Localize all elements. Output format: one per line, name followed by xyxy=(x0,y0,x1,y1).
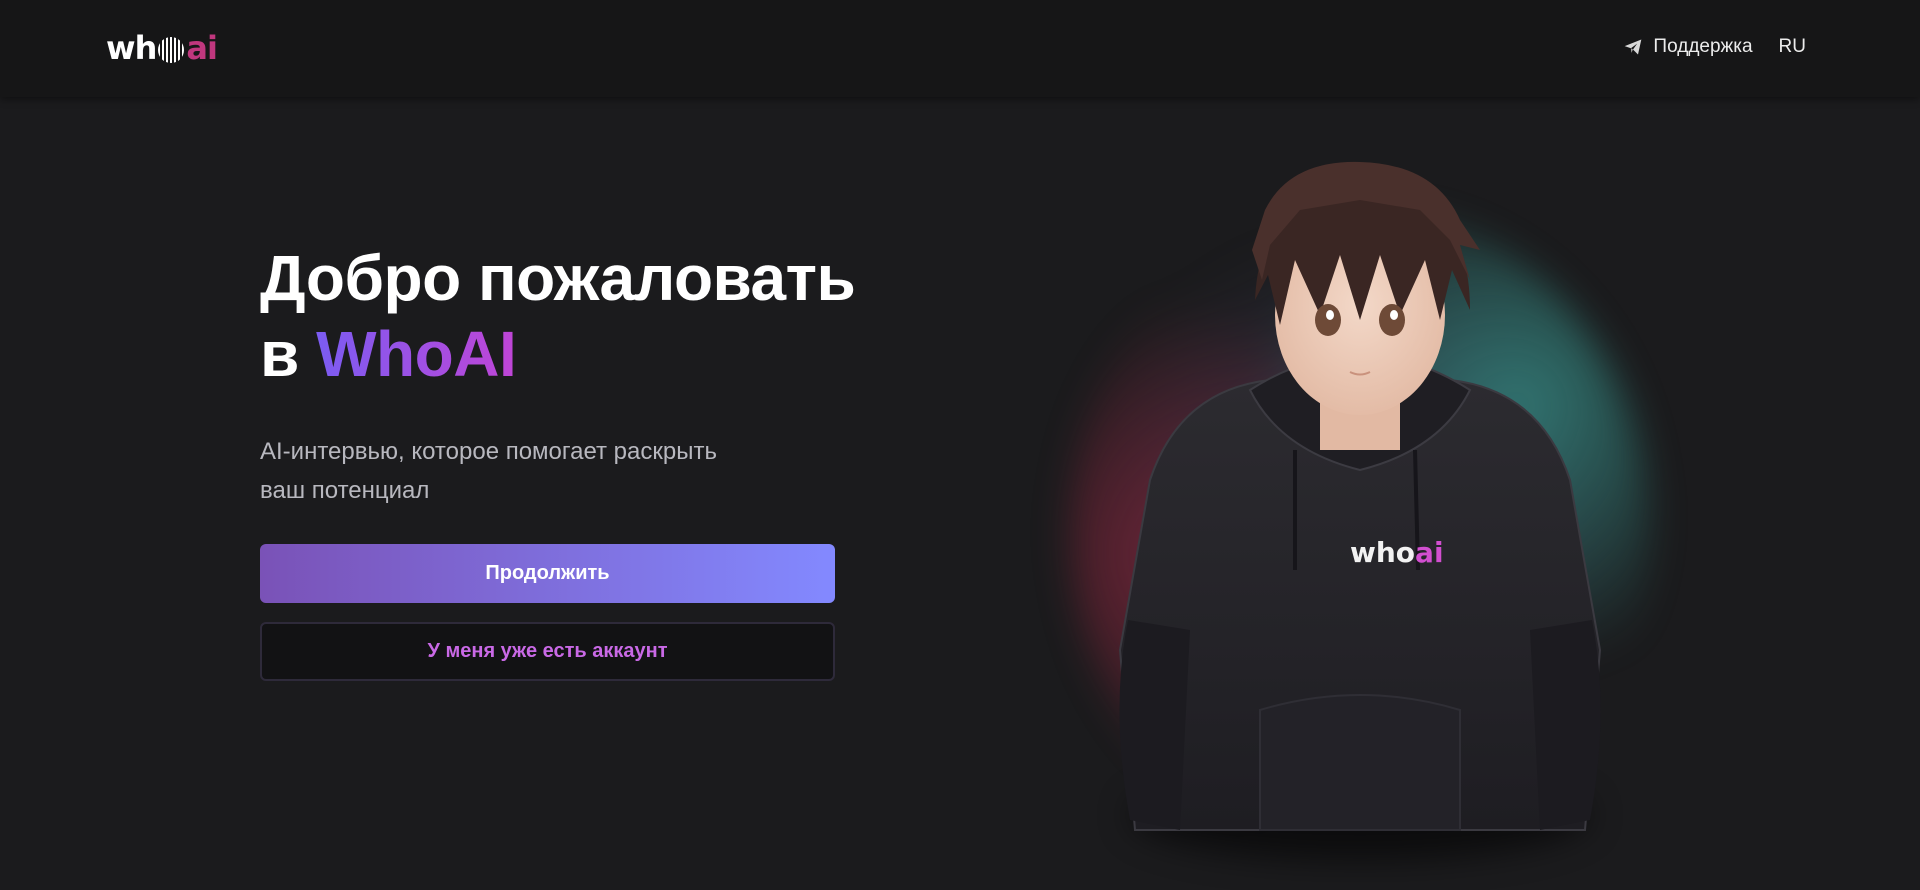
support-link[interactable]: Поддержка xyxy=(1623,36,1753,58)
header-nav: Поддержка RU xyxy=(1623,36,1806,58)
logo-text-wh: wh xyxy=(106,29,157,67)
page-title: Добро пожаловать в WhoAI xyxy=(260,240,900,392)
hoodie-logo-ai: ai xyxy=(1415,536,1444,569)
logo-text-ai: ai xyxy=(186,29,218,67)
anime-avatar-image: whoai xyxy=(1118,161,1602,831)
subtitle-line2: ваш потенциал xyxy=(260,477,430,504)
title-line1: Добро пожаловать xyxy=(260,242,856,314)
avatar-illustration: whoai xyxy=(1040,150,1680,890)
title-prefix: в xyxy=(260,318,317,390)
subtitle-line1: AI-интервью, которое помогает раскрыть xyxy=(260,438,717,465)
telegram-paper-plane-icon xyxy=(1625,39,1642,55)
title-brand: WhoAI xyxy=(316,318,517,390)
top-header: wh ai Поддержка RU xyxy=(0,0,1920,97)
whoai-logo[interactable]: wh ai xyxy=(106,29,218,67)
support-label: Поддержка xyxy=(1653,36,1753,57)
hero-section: Добро пожаловать в WhoAI AI-интервью, ко… xyxy=(260,240,900,681)
hero-subtitle: AI-интервью, которое помогает раскрыть в… xyxy=(260,432,820,510)
continue-button[interactable]: Продолжить xyxy=(260,544,835,603)
have-account-button[interactable]: У меня уже есть аккаунт xyxy=(260,622,835,681)
hoodie-logo: whoai xyxy=(1350,536,1444,569)
logo-o-mark xyxy=(158,37,185,63)
language-switcher[interactable]: RU xyxy=(1779,36,1806,58)
hoodie-logo-who: who xyxy=(1350,536,1415,569)
